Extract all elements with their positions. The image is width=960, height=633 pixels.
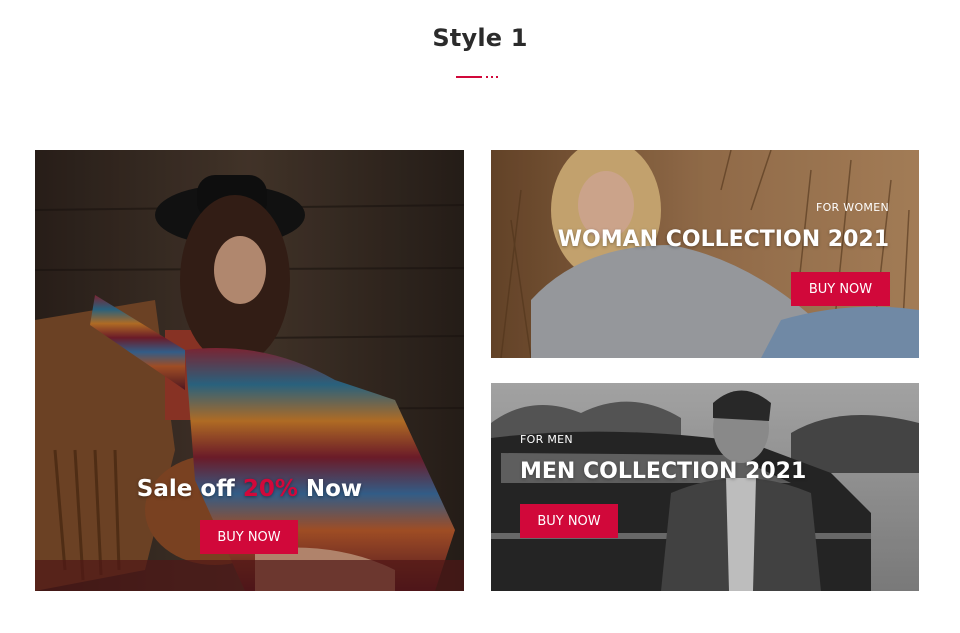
men-eyebrow: FOR MEN: [520, 433, 573, 446]
title-divider: [456, 76, 500, 79]
sale-headline: Sale off 20% Now: [35, 476, 464, 502]
women-eyebrow: FOR WOMEN: [815, 201, 889, 214]
section-title: Style 1: [432, 24, 528, 52]
sale-banner[interactable]: Sale off 20% Now BUY NOW: [35, 150, 464, 591]
men-heading: MEN COLLECTION 2021: [520, 459, 807, 484]
sale-suffix: Now: [297, 476, 363, 502]
women-banner[interactable]: FOR WOMEN WOMAN COLLECTION 2021 BUY NOW: [491, 150, 919, 358]
men-banner[interactable]: FOR MEN MEN COLLECTION 2021 BUY NOW: [491, 383, 919, 591]
women-banner-image: [491, 150, 919, 358]
men-buy-now-button[interactable]: BUY NOW: [520, 504, 618, 538]
women-buy-now-button[interactable]: BUY NOW: [791, 272, 890, 306]
sale-discount: 20%: [242, 476, 298, 502]
sale-buy-now-button[interactable]: BUY NOW: [200, 520, 298, 554]
women-heading: WOMAN COLLECTION 2021: [557, 227, 889, 252]
men-banner-image: [491, 383, 919, 591]
sale-prefix: Sale off: [136, 476, 243, 502]
